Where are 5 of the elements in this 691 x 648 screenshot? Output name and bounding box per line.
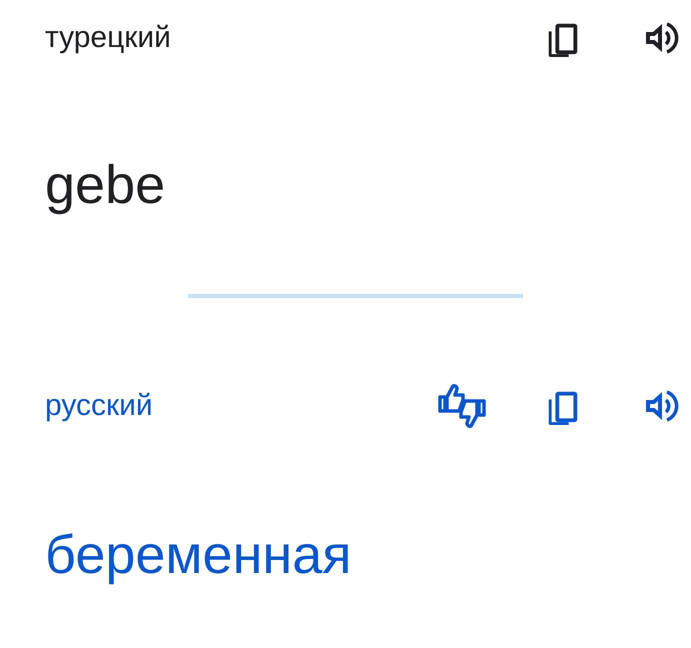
rating-icon[interactable] bbox=[437, 383, 487, 429]
source-language-label: турецкий bbox=[45, 21, 171, 55]
target-language-label: русский bbox=[45, 389, 153, 423]
source-text: gebe bbox=[45, 154, 166, 216]
translated-text: беременная bbox=[45, 524, 352, 586]
